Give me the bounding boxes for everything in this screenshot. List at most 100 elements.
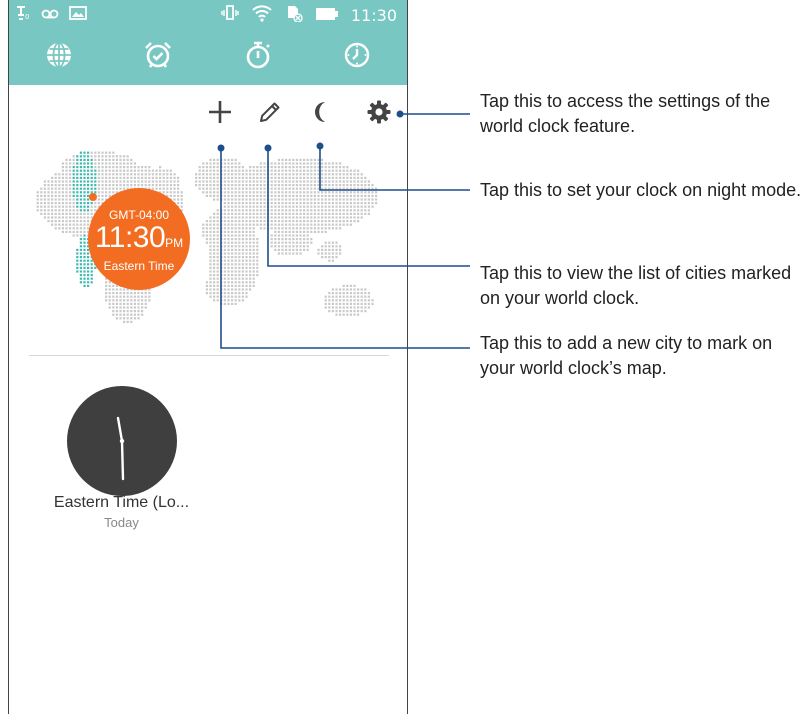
map-dot: [310, 184, 313, 187]
map-dot: [245, 184, 248, 187]
city-clock-card[interactable]: Eastern Time (Lo... Today: [39, 382, 204, 532]
tab-stopwatch[interactable]: [233, 38, 283, 78]
map-dot: [335, 184, 338, 187]
map-dot: [270, 234, 273, 237]
map-dot: [321, 162, 324, 165]
map-dot: [274, 245, 277, 248]
tab-timer[interactable]: [332, 38, 382, 78]
map-dot: [285, 184, 288, 187]
map-dot: [241, 259, 244, 262]
night-mode-button[interactable]: [304, 96, 340, 132]
map-dot: [90, 155, 93, 158]
map-region-dot: [90, 202, 93, 205]
map-region-dot: [76, 166, 79, 169]
map-dot: [51, 180, 54, 183]
map-dot: [252, 220, 255, 223]
map-dot: [119, 313, 122, 316]
map-dot: [270, 187, 273, 190]
map-dot: [108, 187, 111, 190]
map-dot: [108, 176, 111, 179]
map-dot: [234, 173, 237, 176]
map-dot: [335, 202, 338, 205]
map-dot: [220, 288, 223, 291]
map-region-dot: [83, 259, 86, 262]
map-dot: [310, 230, 313, 233]
tab-world-clock[interactable]: [34, 38, 84, 78]
map-dot: [137, 302, 140, 305]
map-dot: [223, 241, 226, 244]
map-dot: [342, 202, 345, 205]
map-dot: [238, 205, 241, 208]
map-dot: [303, 194, 306, 197]
map-dot: [349, 306, 352, 309]
map-dot: [220, 212, 223, 215]
map-dot: [263, 184, 266, 187]
map-dot: [141, 313, 144, 316]
map-dot: [328, 227, 331, 230]
callout-add-text: Tap this to add a new city to mark on yo…: [480, 333, 773, 378]
map-dot: [281, 234, 284, 237]
add-city-button[interactable]: [202, 96, 238, 132]
map-dot: [313, 162, 316, 165]
map-dot: [288, 187, 291, 190]
map-dot: [220, 158, 223, 161]
map-dot: [234, 230, 237, 233]
map-region-dot: [79, 277, 82, 280]
map-dot: [339, 252, 342, 255]
map-dot: [61, 180, 64, 183]
map-dot: [227, 158, 230, 161]
map-dot: [108, 295, 111, 298]
map-dot: [321, 173, 324, 176]
map-dot: [277, 216, 280, 219]
map-dot: [353, 295, 356, 298]
map-dot: [295, 166, 298, 169]
map-dot: [285, 241, 288, 244]
map-dot: [97, 184, 100, 187]
map-dot: [371, 184, 374, 187]
map-region-dot: [87, 151, 90, 154]
map-dot: [285, 238, 288, 241]
map-dot: [252, 234, 255, 237]
map-dot: [310, 223, 313, 226]
map-dot: [94, 162, 97, 165]
map-dot: [317, 176, 320, 179]
map-region-dot: [83, 277, 86, 280]
map-dot: [65, 227, 68, 230]
map-dot: [364, 209, 367, 212]
map-dot: [324, 216, 327, 219]
world-map[interactable]: [9, 140, 408, 340]
map-dot: [292, 245, 295, 248]
map-dot: [339, 180, 342, 183]
current-city-badge[interactable]: GMT-04:00 11:30PM Eastern Time: [88, 188, 190, 290]
edit-cities-button[interactable]: [252, 96, 288, 132]
settings-button[interactable]: [361, 96, 397, 132]
map-dot: [213, 241, 216, 244]
map-dot: [241, 223, 244, 226]
map-region-dot: [87, 277, 90, 280]
map-dot: [223, 245, 226, 248]
map-dot: [364, 292, 367, 295]
map-dot: [288, 166, 291, 169]
map-dot: [303, 198, 306, 201]
map-dot: [299, 230, 302, 233]
map-dot: [306, 187, 309, 190]
map-dot: [267, 194, 270, 197]
map-dot: [97, 158, 100, 161]
map-dot: [209, 216, 212, 219]
map-dot: [241, 176, 244, 179]
map-dot: [227, 227, 230, 230]
map-dot: [256, 252, 259, 255]
map-dot: [346, 173, 349, 176]
map-dot: [288, 252, 291, 255]
map-dot: [238, 256, 241, 259]
map-dot: [173, 184, 176, 187]
map-dot: [101, 166, 104, 169]
map-dot: [270, 198, 273, 201]
map-dot: [105, 162, 108, 165]
map-dot: [238, 266, 241, 269]
map-dot: [281, 238, 284, 241]
map-dot: [252, 191, 255, 194]
tab-alarm[interactable]: [133, 38, 183, 78]
map-dot: [231, 209, 234, 212]
map-dot: [310, 238, 313, 241]
